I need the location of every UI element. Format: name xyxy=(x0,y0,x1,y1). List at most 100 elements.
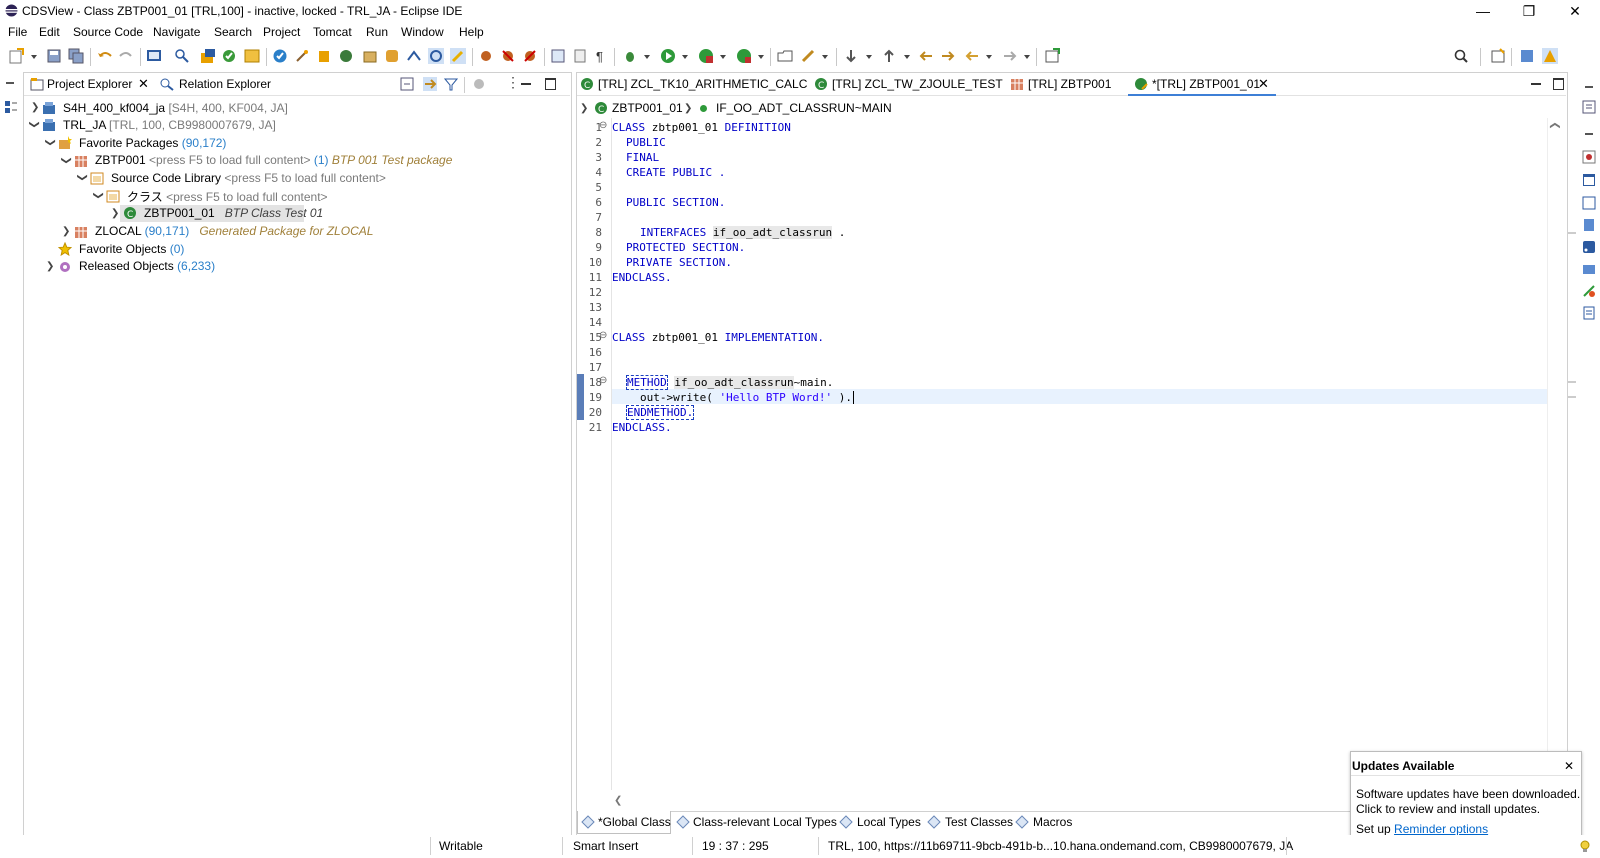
pin-editor-icon[interactable] xyxy=(1044,48,1060,64)
menu-run[interactable]: Run xyxy=(366,25,388,39)
link-editor-icon[interactable] xyxy=(174,48,190,64)
properties-icon[interactable] xyxy=(1582,100,1596,114)
outline-icon[interactable] xyxy=(4,100,18,114)
collapse-arrow-icon[interactable]: ❯ xyxy=(77,173,88,181)
toggle-comment-icon[interactable] xyxy=(550,48,566,64)
bottom-tab-macros[interactable]: Macros xyxy=(1033,815,1072,829)
prev-annotation-icon[interactable] xyxy=(881,48,897,64)
refresh-icon[interactable] xyxy=(244,48,260,64)
tab-relation-explorer[interactable]: Relation Explorer xyxy=(179,77,271,91)
close-editor-tab-icon[interactable]: ✕ xyxy=(1258,76,1269,92)
problems-icon[interactable] xyxy=(1582,150,1596,164)
code-line-6[interactable]: PUBLIC SECTION. xyxy=(626,196,725,209)
menu-tomcat[interactable]: Tomcat xyxy=(313,25,352,39)
minimize-editor-icon[interactable] xyxy=(1531,83,1541,85)
sync-icon[interactable] xyxy=(428,48,444,64)
tree-item-favorite-packages[interactable]: Favorite Packages (90,172) xyxy=(79,136,226,150)
fold-icon[interactable]: ⊖ xyxy=(599,330,607,341)
forward-icon[interactable] xyxy=(1002,48,1018,64)
external-tools-icon[interactable] xyxy=(736,48,752,64)
bookmarks-icon[interactable] xyxy=(1582,218,1596,232)
breadcrumb-arrow-icon[interactable]: ❯ xyxy=(580,103,588,114)
package-icon[interactable] xyxy=(362,48,378,64)
block-icon[interactable] xyxy=(572,48,588,64)
code-line-11[interactable]: ENDCLASS. xyxy=(612,271,672,284)
bottom-tab-class-relevant-local-types[interactable]: Class-relevant Local Types xyxy=(693,815,837,829)
search-icon[interactable] xyxy=(1453,48,1469,64)
wand-icon[interactable] xyxy=(294,48,310,64)
code-line-21[interactable]: ENDCLASS. xyxy=(612,421,672,434)
bottom-tab-test-classes[interactable]: Test Classes xyxy=(945,815,1013,829)
breadcrumb-method[interactable]: IF_OO_ADT_CLASSRUN~MAIN xyxy=(716,101,892,115)
bug-icon[interactable] xyxy=(622,48,638,64)
vertical-scrollbar[interactable] xyxy=(1547,118,1565,793)
tab-project-explorer[interactable]: Project Explorer xyxy=(47,77,132,91)
focus-icon[interactable] xyxy=(472,77,486,91)
collapse-arrow-icon[interactable]: ❯ xyxy=(29,120,40,128)
menu-file[interactable]: File xyxy=(8,25,27,39)
code-line-18[interactable]: METHOD if_oo_adt_classrun~main. xyxy=(626,375,833,390)
code-line-9[interactable]: PROTECTED SECTION. xyxy=(626,241,745,254)
notification-close-icon[interactable]: ✕ xyxy=(1564,759,1574,773)
close-window-button[interactable]: ✕ xyxy=(1552,0,1598,22)
menu-help[interactable]: Help xyxy=(459,25,484,39)
transport-organizer-icon[interactable] xyxy=(1582,262,1596,276)
tree-item-zlocal[interactable]: ZLOCAL (90,171) Generated Package for ZL… xyxy=(95,224,373,238)
bottom-tab-local-types[interactable]: Local Types xyxy=(857,815,921,829)
code-line-2[interactable]: PUBLIC xyxy=(626,136,666,149)
console-icon[interactable] xyxy=(1582,173,1596,187)
save-all-icon[interactable] xyxy=(68,48,84,64)
run-icon[interactable] xyxy=(660,48,676,64)
collapse-arrow-icon[interactable]: ❯ xyxy=(45,138,56,146)
expand-arrow-icon[interactable]: ❯ xyxy=(31,102,39,113)
menu-search[interactable]: Search xyxy=(214,25,252,39)
editor-tab-zbtp001[interactable]: [TRL] ZBTP001 xyxy=(1028,77,1111,91)
abap-perspective-icon[interactable] xyxy=(1542,48,1558,64)
scroll-up-icon[interactable]: ❯ xyxy=(1550,121,1561,129)
code-line-20[interactable]: ENDMETHOD. xyxy=(626,405,695,420)
coverage-icon[interactable] xyxy=(698,48,714,64)
open-perspective-icon[interactable] xyxy=(1490,48,1506,64)
code-line-8[interactable]: INTERFACES if_oo_adt_classrun . xyxy=(640,226,845,239)
network-icon[interactable] xyxy=(406,48,422,64)
where-used-icon[interactable] xyxy=(316,48,332,64)
tree-item-trl-project[interactable]: TRL_JA [TRL, 100, CB9980007679, JA] xyxy=(63,118,276,132)
debug-icon-b[interactable] xyxy=(500,48,516,64)
tasks-icon[interactable] xyxy=(1582,306,1596,320)
collapse-arrow-icon[interactable]: ❯ xyxy=(61,156,72,164)
tree-item-source-code-library[interactable]: Source Code Library <press F5 to load fu… xyxy=(111,171,386,185)
fold-icon[interactable]: ⊖ xyxy=(599,120,607,131)
editor-tab-zbtp001-01[interactable]: *[TRL] ZBTP001_01 xyxy=(1152,77,1260,91)
restore-button[interactable]: ❐ xyxy=(1506,0,1552,22)
editor-tab-arithmetic-calc[interactable]: [TRL] ZCL_TK10_ARITHMETIC_CALC xyxy=(598,77,807,91)
atc-problems-icon[interactable] xyxy=(1582,284,1596,298)
left-restore-icon[interactable] xyxy=(6,82,14,87)
view-menu-icon[interactable]: ⋮ xyxy=(506,74,520,91)
minimize-view-icon[interactable] xyxy=(521,83,531,85)
link-with-editor-icon[interactable] xyxy=(423,77,437,91)
activate-icon[interactable] xyxy=(221,48,237,64)
next-annotation-icon[interactable] xyxy=(843,48,859,64)
menu-window[interactable]: Window xyxy=(401,25,444,39)
open-folder-icon[interactable] xyxy=(777,48,793,64)
code-line-3[interactable]: FINAL xyxy=(626,151,659,164)
debug-icon-a[interactable] xyxy=(478,48,494,64)
rss-icon[interactable] xyxy=(1582,240,1596,254)
highlight-icon[interactable] xyxy=(450,48,466,64)
transport-icon[interactable] xyxy=(338,48,354,64)
tree-item-released-objects[interactable]: Released Objects (6,233) xyxy=(79,259,215,273)
annotation-icon[interactable] xyxy=(800,48,816,64)
right-restore-icon-2[interactable] xyxy=(1585,133,1593,138)
expand-arrow-icon[interactable]: ❯ xyxy=(111,208,119,219)
code-line-19[interactable]: out->write( 'Hello BTP Word!' ). xyxy=(640,391,854,404)
open-object-icon[interactable] xyxy=(200,48,216,64)
minimize-button[interactable]: — xyxy=(1460,0,1506,22)
bottom-tab-global-class[interactable]: *Global Class xyxy=(598,815,671,829)
tree-item-s4h-project[interactable]: S4H_400_kf004_ja [S4H, 400, KF004, JA] xyxy=(63,101,288,115)
right-restore-icon[interactable] xyxy=(1585,86,1593,91)
save-icon[interactable] xyxy=(46,48,62,64)
menu-project[interactable]: Project xyxy=(263,25,300,39)
maximize-view-icon[interactable] xyxy=(545,78,556,90)
code-line-15[interactable]: CLASS zbtp001_01 IMPLEMENTATION. xyxy=(612,331,824,344)
redo-icon[interactable] xyxy=(118,48,134,64)
